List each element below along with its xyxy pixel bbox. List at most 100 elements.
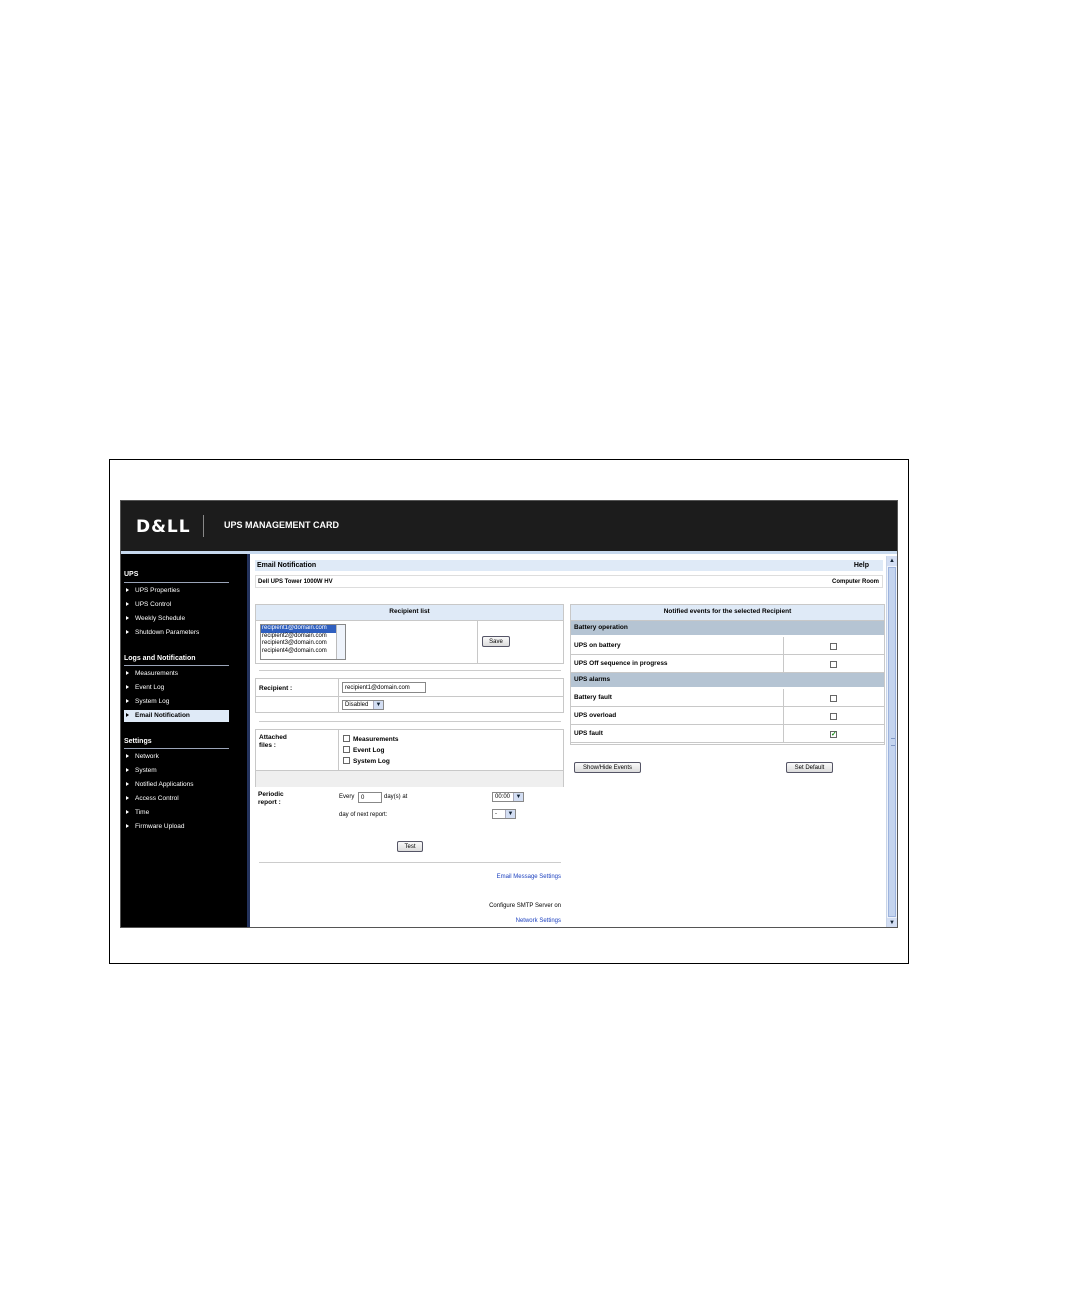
arrow-icon — [126, 824, 129, 829]
battery-fault-checkbox[interactable] — [830, 695, 837, 702]
days-input[interactable]: 0 — [358, 792, 382, 803]
sidebar-item-label: Notified Applications — [135, 781, 194, 788]
sidebar-item-label: Weekly Schedule — [135, 615, 186, 622]
event-log-checkbox[interactable] — [343, 746, 350, 753]
grip-icon — [891, 738, 895, 746]
event-group-alarms: UPS alarms — [571, 673, 884, 687]
sidebar-item-system[interactable]: System — [124, 765, 229, 777]
chevron-down-icon[interactable]: ▼ — [505, 810, 515, 818]
arrow-icon — [126, 699, 129, 704]
events-header: Notified events for the selected Recipie… — [571, 605, 884, 621]
sidebar-item-label: Measurements — [135, 670, 178, 677]
group-name: UPS alarms — [574, 676, 611, 683]
ups-overload-checkbox[interactable] — [830, 713, 837, 720]
arrow-icon — [126, 616, 129, 621]
sidebar-item-ups-control[interactable]: UPS Control — [124, 599, 229, 611]
set-default-button[interactable]: Set Default — [786, 762, 833, 773]
ups-off-sequence-checkbox[interactable] — [830, 661, 837, 668]
sidebar-item-access-control[interactable]: Access Control — [124, 793, 229, 805]
device-bar: Dell UPS Tower 1000W HV Computer Room — [255, 575, 883, 588]
page-scrollbar[interactable]: ▲ ▼ — [886, 556, 897, 927]
recipient-panel: Recipient : recipient1@domain.com Disabl… — [255, 678, 564, 713]
ups-fault-checkbox[interactable]: ✓ — [830, 731, 837, 738]
top-bar: D&LL UPS MANAGEMENT CARD — [121, 501, 897, 551]
sidebar-item-email-notification[interactable]: Email Notification — [124, 710, 229, 722]
sidebar-divider — [124, 748, 229, 749]
app-window: D&LL UPS MANAGEMENT CARD UPS UPS Propert… — [120, 500, 898, 928]
panel-divider — [338, 730, 339, 770]
sidebar-item-system-log[interactable]: System Log — [124, 696, 229, 708]
logo-divider — [203, 515, 204, 537]
list-item[interactable]: recipient4@domain.com — [261, 648, 345, 656]
sidebar-item-firmware-upload[interactable]: Firmware Upload — [124, 821, 229, 833]
cell-divider — [783, 725, 784, 743]
sidebar-item-label: Access Control — [135, 795, 179, 802]
sidebar-item-time[interactable]: Time — [124, 807, 229, 819]
recipient-listbox[interactable]: recipient1@domain.com recipient2@domain.… — [260, 624, 346, 660]
event-name: UPS on battery — [574, 642, 621, 649]
attached-files-label: Attached files : — [259, 734, 287, 749]
sidebar-item-measurements[interactable]: Measurements — [124, 668, 229, 680]
sidebar-item-label: UPS Control — [135, 601, 172, 608]
sidebar-item-network[interactable]: Network — [124, 751, 229, 763]
event-name: UPS Off sequence in progress — [574, 660, 668, 667]
periodic-report-label: Periodic report : — [258, 791, 284, 806]
event-row: UPS fault ✓ — [571, 725, 884, 743]
panel-divider — [477, 620, 478, 663]
arrow-icon — [126, 796, 129, 801]
event-row: UPS on battery — [571, 637, 884, 655]
chevron-down-icon[interactable]: ▼ — [373, 701, 383, 709]
smtp-text: Configure SMTP Server on — [489, 903, 561, 909]
arrow-icon — [126, 810, 129, 815]
sidebar-item-ups-properties[interactable]: UPS Properties — [124, 585, 229, 597]
ups-on-battery-checkbox[interactable] — [830, 643, 837, 650]
email-message-settings-link[interactable]: Email Message Settings — [497, 874, 561, 880]
scroll-thumb[interactable] — [888, 567, 896, 917]
sidebar-item-weekly-schedule[interactable]: Weekly Schedule — [124, 613, 229, 625]
select-value: Disabled — [345, 702, 369, 708]
panel-footer — [256, 770, 563, 787]
attached-files-panel: Attached files : Measurements Event Log … — [255, 729, 564, 787]
scroll-down-icon[interactable]: ▼ — [887, 918, 897, 927]
chevron-down-icon[interactable]: ▼ — [513, 793, 523, 801]
sidebar-item-shutdown-parameters[interactable]: Shutdown Parameters — [124, 627, 229, 639]
sidebar-item-notified-applications[interactable]: Notified Applications — [124, 779, 229, 791]
recipient-status-select[interactable]: Disabled ▼ — [342, 700, 384, 710]
list-item[interactable]: recipient1@domain.com — [261, 625, 345, 633]
measurements-label: Measurements — [353, 736, 399, 743]
scroll-up-icon[interactable]: ▲ — [887, 556, 897, 566]
listbox-scrollbar[interactable] — [336, 625, 345, 659]
arrow-icon — [126, 630, 129, 635]
show-hide-events-button[interactable]: Show/Hide Events — [574, 762, 641, 773]
system-log-checkbox[interactable] — [343, 757, 350, 764]
dell-logo: D&LL — [136, 517, 191, 537]
test-button[interactable]: Test — [397, 841, 423, 852]
arrow-icon — [126, 602, 129, 607]
page-title: Email Notification — [257, 562, 317, 569]
page-title-bar: Email Notification Help — [255, 560, 883, 571]
recipient-label: Recipient : — [259, 685, 293, 692]
help-link[interactable]: Help — [854, 560, 869, 571]
every-label: Every — [339, 794, 355, 800]
cell-divider — [783, 637, 784, 655]
save-button[interactable]: Save — [482, 636, 510, 647]
cell-divider — [783, 689, 784, 707]
event-name: Battery fault — [574, 694, 612, 701]
time-select[interactable]: 00:00 ▼ — [492, 792, 524, 802]
sidebar-item-event-log[interactable]: Event Log — [124, 682, 229, 694]
measurements-checkbox[interactable] — [343, 735, 350, 742]
event-name: UPS overload — [574, 712, 617, 719]
list-item[interactable]: recipient3@domain.com — [261, 640, 345, 648]
event-name: UPS fault — [574, 730, 603, 737]
event-row: UPS overload — [571, 707, 884, 725]
group-name: Battery operation — [574, 624, 628, 631]
network-settings-link[interactable]: Network Settings — [516, 918, 561, 924]
recipient-list-panel: Recipient list recipient1@domain.com rec… — [255, 604, 564, 664]
device-location: Computer Room — [832, 579, 879, 585]
cell-divider — [783, 707, 784, 725]
recipient-email-input[interactable]: recipient1@domain.com — [342, 682, 426, 693]
main-content: Email Notification Help Dell UPS Tower 1… — [253, 558, 885, 927]
sidebar-item-label: Email Notification — [135, 712, 190, 719]
next-report-select[interactable]: - ▼ — [492, 809, 516, 819]
list-item[interactable]: recipient2@domain.com — [261, 633, 345, 641]
